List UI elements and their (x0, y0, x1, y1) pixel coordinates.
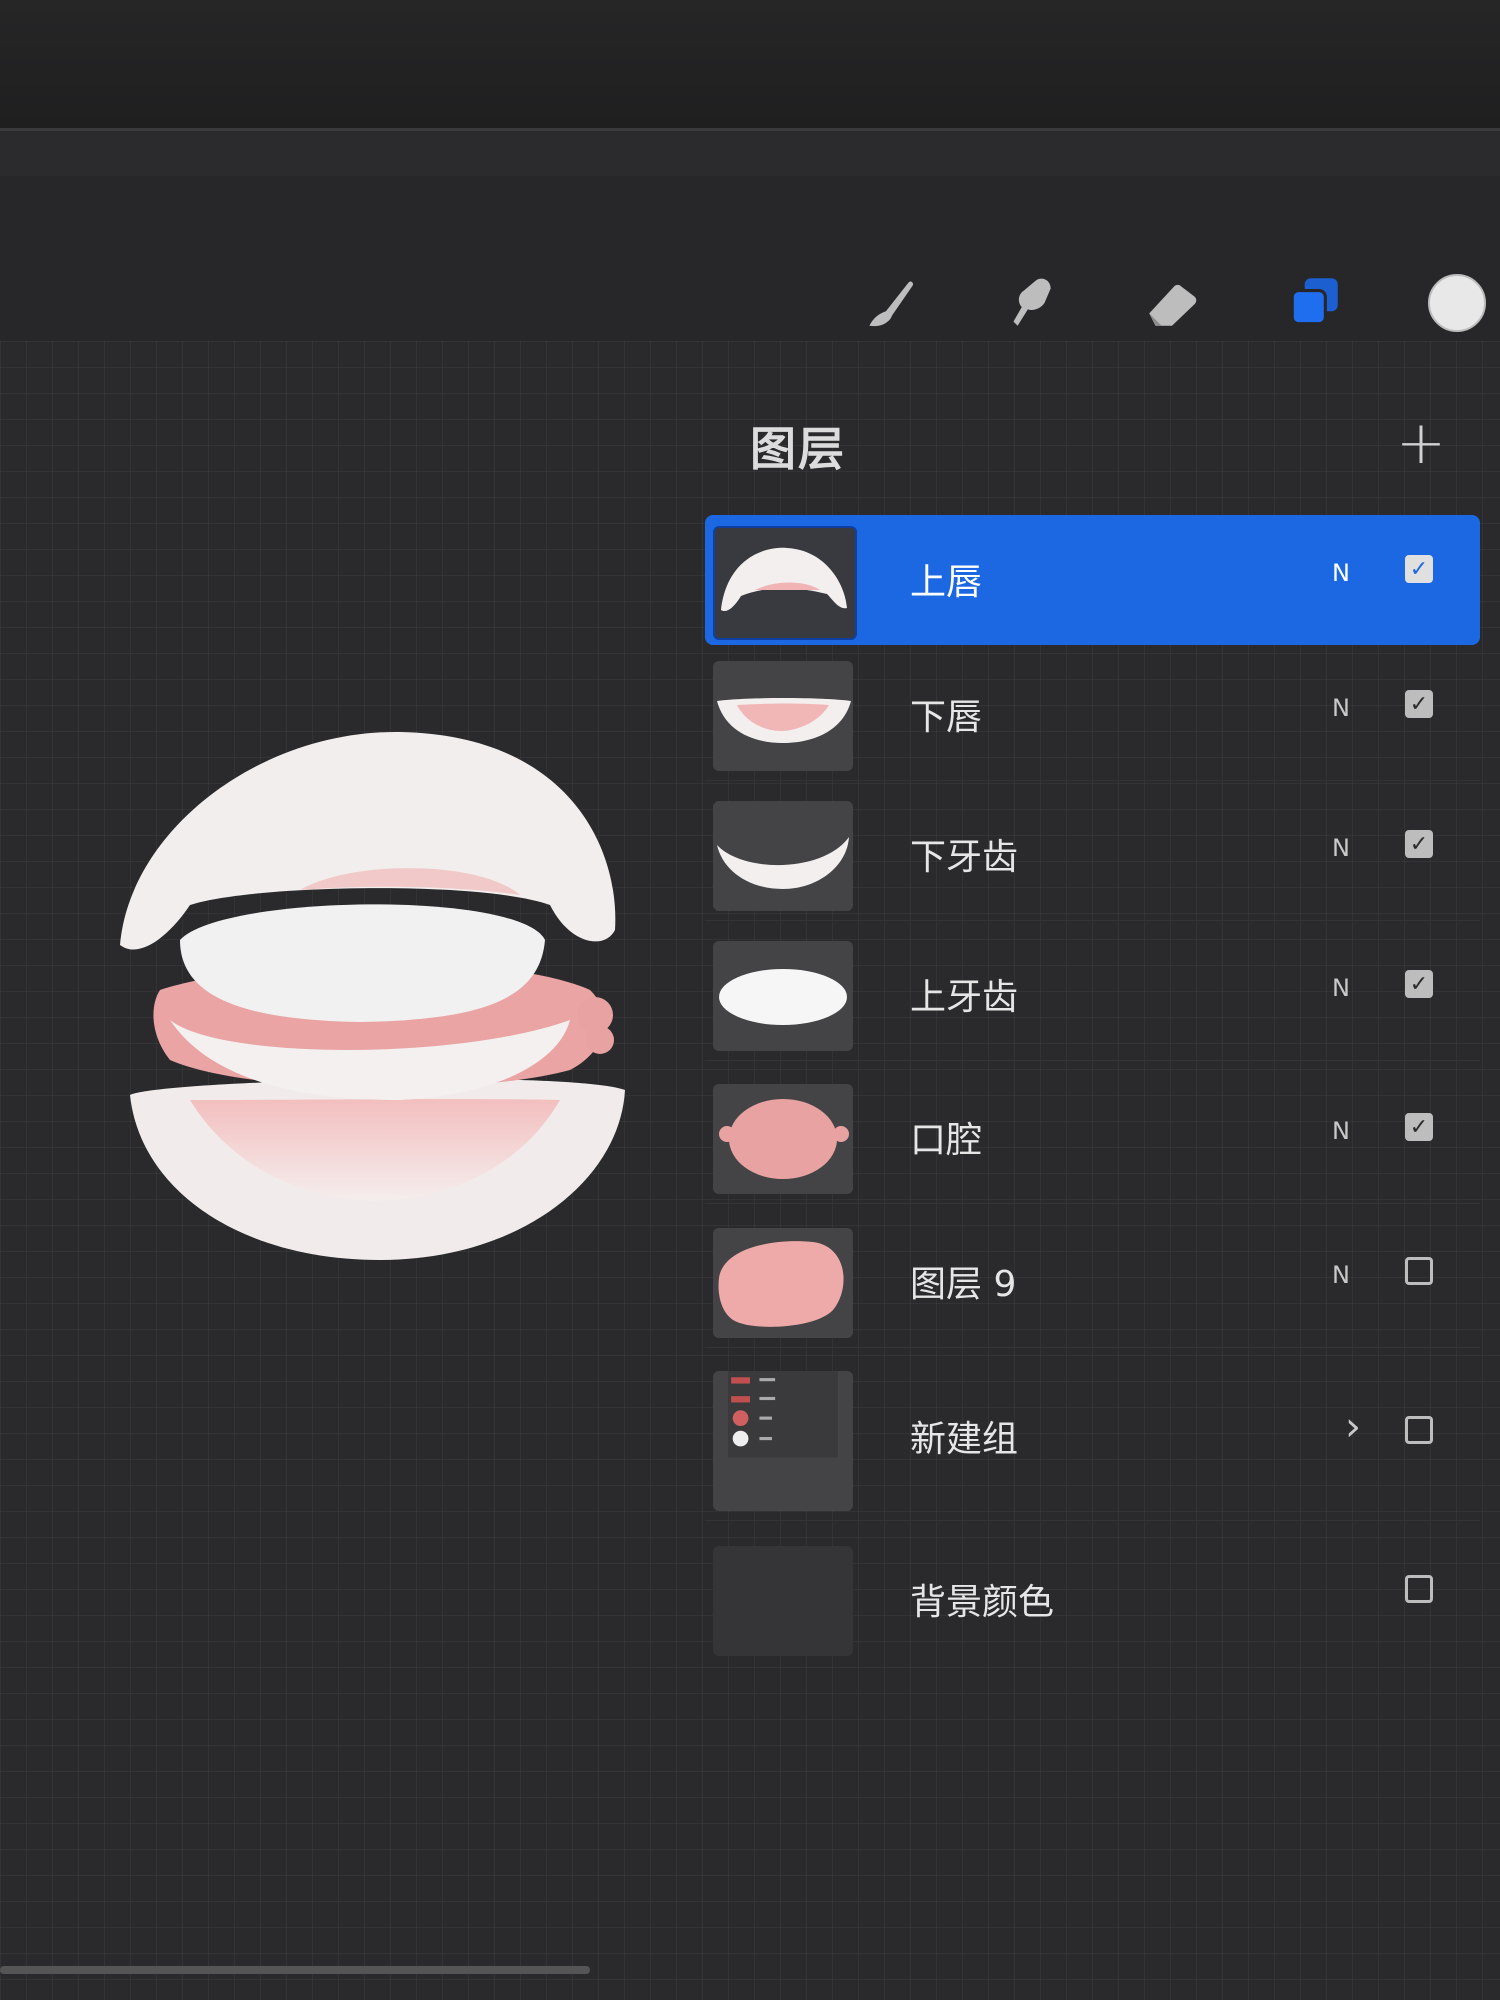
visibility-checkbox[interactable]: ✓ (1405, 830, 1433, 858)
visibility-checkbox[interactable]: ✓ (1405, 690, 1433, 718)
layers-icon (1290, 278, 1338, 326)
layer-name: 上牙齿 (910, 977, 1019, 1018)
blend-mode-button[interactable]: N (1332, 1261, 1350, 1289)
layer-row-layer-9[interactable]: 图层 9 N (705, 1217, 1480, 1348)
blend-mode-button[interactable]: N (1332, 694, 1350, 722)
layer-row-upper-lip[interactable]: 上唇 N ✓ (705, 515, 1480, 645)
visibility-checkbox[interactable]: ✓ (1405, 555, 1433, 583)
device-bezel-edge (0, 128, 1500, 179)
blend-mode-button[interactable]: N (1332, 834, 1350, 862)
layer-thumbnail (713, 661, 853, 771)
panel-title: 图层 (750, 422, 846, 476)
background-color-swatch (713, 1546, 853, 1656)
brush-tool[interactable] (853, 268, 923, 338)
add-layer-button[interactable]: + (1386, 413, 1456, 483)
layer-name: 背景颜色 (910, 1582, 1055, 1623)
layer-row-mouth[interactable]: 口腔 N ✓ (705, 1073, 1480, 1204)
layer-thumbnail (713, 801, 853, 911)
visibility-checkbox[interactable] (1405, 1416, 1433, 1444)
layers-tool[interactable] (1280, 268, 1350, 338)
color-picker-swatch[interactable] (1428, 274, 1486, 332)
layer-thumbnail (713, 1228, 853, 1338)
brush-icon (869, 281, 914, 327)
visibility-checkbox[interactable]: ✓ (1405, 970, 1433, 998)
bottom-scroll-indicator (0, 1966, 590, 1974)
layer-row-background-color[interactable]: 背景颜色 (705, 1535, 1480, 1665)
layer-row-upper-teeth[interactable]: 上牙齿 N ✓ (705, 930, 1480, 1061)
canvas-artwork (120, 731, 625, 1260)
layer-row-new-group[interactable]: 新建组 › (705, 1360, 1480, 1521)
visibility-checkbox[interactable] (1405, 1257, 1433, 1285)
blend-mode-button[interactable]: N (1332, 974, 1350, 1002)
layer-thumbnail (713, 941, 853, 1051)
mouth-corner-right-2 (586, 1026, 614, 1054)
layer-name: 图层 9 (910, 1264, 1017, 1305)
blend-mode-button[interactable]: N (1332, 559, 1350, 587)
eraser-icon (1149, 284, 1197, 326)
smudge-icon (1013, 278, 1051, 326)
layer-row-lower-teeth[interactable]: 下牙齿 N ✓ (705, 790, 1480, 921)
layer-name: 上唇 (910, 562, 983, 603)
layer-name: 新建组 (910, 1419, 1019, 1460)
upper-teeth-shape (180, 904, 545, 1022)
layer-thumbnail (713, 1084, 853, 1194)
layers-panel: 图层 + 上唇 N ✓ 下唇 N ✓ 下牙齿 N ✓ 上牙齿 N ✓ 口腔 N … (700, 385, 1490, 1675)
layer-name: 口腔 (910, 1120, 983, 1161)
group-thumbnail (713, 1371, 853, 1511)
layer-row-lower-lip[interactable]: 下唇 N ✓ (705, 650, 1480, 781)
top-toolbar (0, 176, 1500, 341)
visibility-checkbox[interactable]: ✓ (1405, 1113, 1433, 1141)
layer-thumbnail (713, 526, 857, 640)
eraser-tool[interactable] (1137, 268, 1207, 338)
visibility-checkbox[interactable] (1405, 1575, 1433, 1603)
blend-mode-button[interactable]: N (1332, 1117, 1350, 1145)
layer-name: 下唇 (910, 697, 983, 738)
expand-group-chevron-icon[interactable]: › (1345, 1404, 1361, 1450)
layer-name: 下牙齿 (910, 837, 1019, 878)
smudge-tool[interactable] (995, 268, 1065, 338)
